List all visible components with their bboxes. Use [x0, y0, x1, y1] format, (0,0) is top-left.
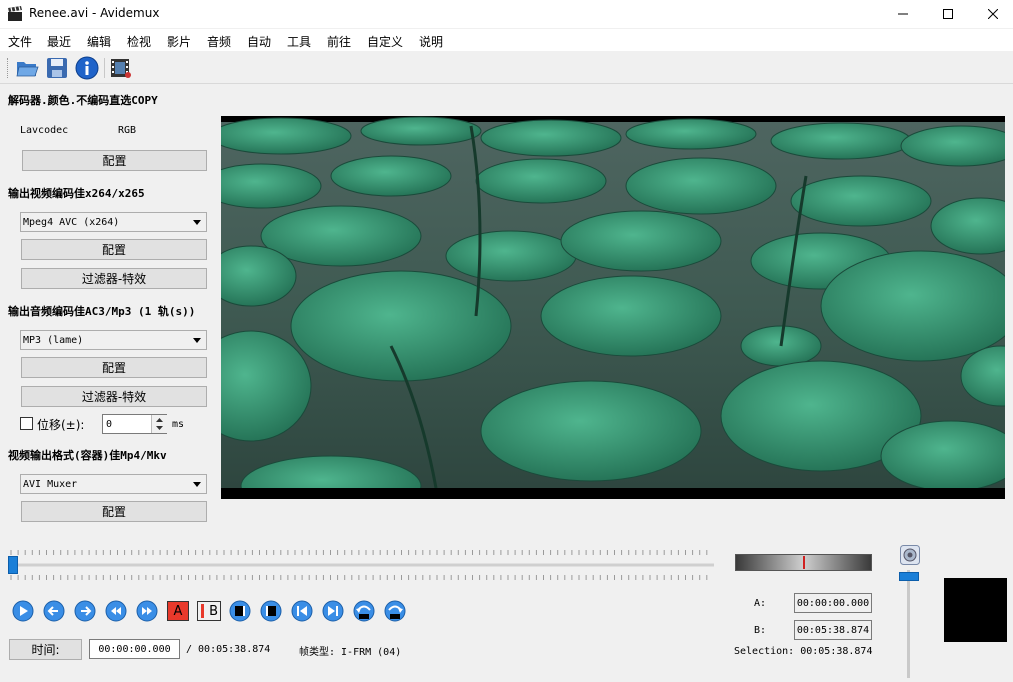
audio-encoder-value: MP3 (lame)	[23, 334, 84, 346]
menu-bar	[0, 29, 1013, 51]
audio-shift-checkbox[interactable]	[20, 417, 33, 430]
video-filters-button[interactable]: 过滤器-特效	[21, 268, 207, 289]
audio-shift-value: 0	[106, 418, 113, 430]
decoder-configure-button[interactable]: 配置	[22, 150, 207, 171]
audio-shift-unit: ms	[172, 419, 185, 430]
timeline-handle[interactable]	[8, 556, 18, 574]
spin-arrows-icon	[156, 418, 163, 430]
marker-a-time: 00:00:00.000	[794, 593, 872, 613]
menu-view[interactable]: 检视	[127, 33, 151, 50]
previous-keyframe-icon[interactable]	[105, 600, 127, 622]
set-marker-a-button[interactable]: A	[167, 601, 189, 621]
menu-video[interactable]: 影片	[167, 33, 191, 50]
marker-a-label-text: A:	[754, 598, 767, 609]
menu-auto[interactable]: 自动	[247, 33, 271, 50]
minimize-icon	[898, 13, 908, 15]
close-icon	[988, 9, 998, 19]
info-icon[interactable]	[75, 56, 99, 80]
marker-b-bar	[201, 604, 204, 618]
decoder-codec: Lavcodec	[20, 125, 69, 136]
open-folder-icon[interactable]	[15, 56, 39, 80]
toolbar-grip	[7, 58, 10, 78]
spin-buttons[interactable]	[151, 415, 167, 433]
avidemux-clapperboard-icon	[8, 6, 22, 21]
menu-tools[interactable]: 工具	[287, 33, 311, 50]
jog-shuttle-center	[803, 556, 805, 569]
goto-start-icon[interactable]	[291, 600, 313, 622]
menu-edit[interactable]: 编辑	[87, 33, 111, 50]
goto-marker-a-icon[interactable]	[229, 600, 251, 622]
marker-a-label: A	[173, 603, 183, 619]
chevron-down-icon	[193, 338, 201, 343]
next-keyframe-icon[interactable]	[136, 600, 158, 622]
goto-marker-b-icon[interactable]	[260, 600, 282, 622]
muxer-select[interactable]: AVI Muxer	[20, 474, 207, 494]
audio-encoder-select[interactable]: MP3 (lame)	[20, 330, 207, 350]
decoder-header: 解码器.颜色.不编码直选COPY	[8, 94, 158, 107]
marker-b-time: 00:05:38.874	[794, 620, 872, 640]
set-marker-b-button[interactable]: B	[197, 601, 221, 621]
audio-output-header: 输出音频编码佳AC3/Mp3 (1 轨(s))	[8, 305, 196, 318]
audio-shift-label: 位移(±):	[37, 418, 85, 432]
next-frame-icon[interactable]	[74, 600, 96, 622]
menu-audio[interactable]: 音频	[207, 33, 231, 50]
volume-handle[interactable]	[899, 572, 919, 581]
play-icon[interactable]	[12, 600, 34, 622]
close-button[interactable]	[970, 0, 1013, 28]
window-title: Renee.avi - Avidemux	[29, 6, 160, 20]
selection-duration: Selection: 00:05:38.874	[734, 646, 873, 657]
toolbar	[0, 53, 1013, 84]
goto-end-icon[interactable]	[322, 600, 344, 622]
menu-file[interactable]: 文件	[8, 33, 32, 50]
previous-frame-icon[interactable]	[43, 600, 65, 622]
video-configure-button[interactable]: 配置	[21, 239, 207, 260]
volume-track[interactable]	[907, 570, 910, 678]
chevron-down-icon	[193, 482, 201, 487]
film-clip-icon[interactable]	[109, 56, 133, 80]
minimize-button[interactable]	[880, 0, 926, 28]
speaker-icon[interactable]	[900, 545, 920, 565]
toolbar-separator	[104, 58, 105, 78]
container-header: 视频输出格式(容器)佳Mp4/Mkv	[8, 449, 167, 462]
marker-b-time-value: 00:05:38.874	[796, 624, 870, 636]
menu-custom[interactable]: 自定义	[367, 33, 403, 50]
jog-shuttle[interactable]	[735, 554, 872, 571]
marker-b-label-text: B:	[754, 625, 767, 636]
maximize-icon	[943, 9, 953, 19]
muxer-value: AVI Muxer	[23, 478, 78, 490]
video-encoder-value: Mpeg4 AVC (x264)	[23, 216, 120, 228]
menu-recent[interactable]: 最近	[47, 33, 71, 50]
marker-a-time-value: 00:00:00.000	[796, 597, 870, 609]
current-time-value: 00:00:00.000	[98, 643, 171, 655]
menu-go[interactable]: 前往	[327, 33, 351, 50]
chevron-down-icon	[193, 220, 201, 225]
decoder-colorspace: RGB	[118, 125, 137, 136]
time-button[interactable]: 时间:	[9, 639, 82, 660]
video-frame-lily-pads	[221, 116, 1005, 499]
video-preview	[221, 116, 1005, 499]
back-60s-icon[interactable]	[353, 600, 375, 622]
audio-filters-button[interactable]: 过滤器-特效	[21, 386, 207, 407]
video-output-header: 输出视频编码佳x264/x265	[8, 187, 145, 200]
total-duration: / 00:05:38.874	[186, 644, 271, 655]
current-time-field[interactable]: 00:00:00.000	[89, 639, 180, 659]
maximize-button[interactable]	[925, 0, 971, 28]
audio-configure-button[interactable]: 配置	[21, 357, 207, 378]
forward-60s-icon[interactable]	[384, 600, 406, 622]
timeline-slider[interactable]	[8, 546, 714, 582]
frame-type: 帧类型: I-FRM (04)	[299, 647, 402, 658]
audio-meter	[944, 578, 1007, 642]
muxer-configure-button[interactable]: 配置	[21, 501, 207, 522]
menu-help[interactable]: 说明	[419, 33, 443, 50]
video-encoder-select[interactable]: Mpeg4 AVC (x264)	[20, 212, 207, 232]
marker-b-label: B	[209, 603, 218, 619]
save-disk-icon[interactable]	[45, 56, 69, 80]
